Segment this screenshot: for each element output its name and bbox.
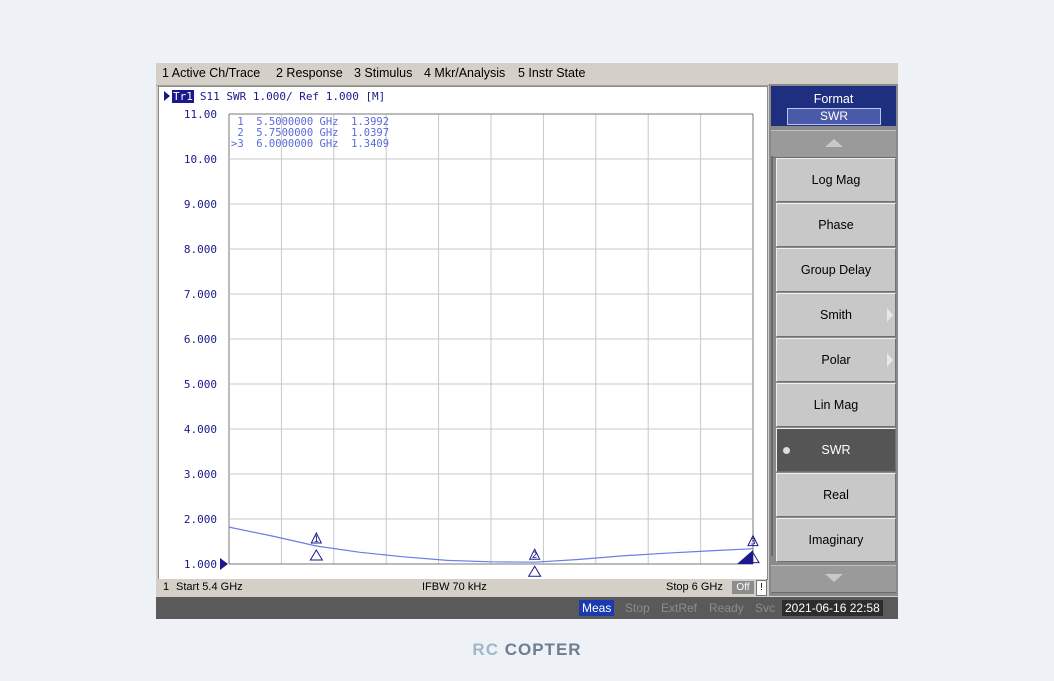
y-tick-label: 7.000 [184,288,217,301]
y-tick-label: 6.000 [184,333,217,346]
off-badge: Off [732,581,754,594]
stop-frequency[interactable]: Stop 6 GHz [666,581,723,593]
marker-stimulus-icon [309,549,324,561]
softkey-phase[interactable]: Phase [776,203,896,247]
y-tick-label: 9.000 [184,198,217,211]
y-tick-label: 4.000 [184,423,217,436]
softkey-title-label: Format [813,92,854,106]
softkey-polar[interactable]: Polar [776,338,896,382]
softkey-label: Smith [820,308,852,322]
softkey-label: Polar [821,353,851,367]
watermark-logo: RC COPTER [0,640,1054,660]
menu-mkr-analysis[interactable]: 4 Mkr/Analysis [424,66,505,80]
softkey-label: Lin Mag [813,398,859,412]
plot-panel: Tr1 S11 SWR 1.000/ Ref 1.000 [M] 11.00 10.… [158,86,768,580]
menu-response[interactable]: 2 Response [276,66,343,80]
channel-status-bar: 1 Start 5.4 GHz IFBW 70 kHz Stop 6 GHz O… [158,579,767,596]
reference-level-arrow-icon [220,558,228,570]
marker-label: 2 [532,551,538,561]
y-tick-label: 2.000 [184,513,217,526]
softkey-lin-mag[interactable]: Lin Mag [776,383,896,427]
submenu-arrow-icon [887,308,893,322]
status-stop: Stop [625,601,650,615]
softkey-log-mag[interactable]: Log Mag [776,158,896,202]
softkey-label: Imaginary [808,533,864,547]
vna-window: 1 Active Ch/Trace 2 Response 3 Stimulus … [156,63,898,619]
swr-plot[interactable]: 11.00 10.00 9.000 8.000 7.000 6.000 5.000 4.000… [159,87,767,579]
y-tick-label: 10.00 [184,153,217,166]
softkey-title-value: SWR [787,108,881,125]
start-frequency[interactable]: Start 5.4 GHz [176,581,243,593]
softkey-scroll-down[interactable] [771,565,896,593]
marker-stimulus-icon [527,565,542,577]
menu-active-ch-trace[interactable]: 1 Active Ch/Trace [162,66,260,80]
watermark-rc: RC [472,640,499,659]
softkey-swr[interactable]: SWR [776,428,896,472]
softkey-scroll-up[interactable] [771,130,896,158]
status-datetime: 2021-06-16 22:58 [782,600,883,616]
instrument-status-bar: Meas Stop ExtRef Ready Svc 2021-06-16 22… [156,597,898,619]
menu-instr-state[interactable]: 5 Instr State [518,66,585,80]
menu-bar: 1 Active Ch/Trace 2 Response 3 Stimulus … [156,63,898,86]
y-tick-label: 1.000 [184,558,217,571]
status-svc: Svc [755,601,776,615]
y-tick-label: 3.000 [184,468,217,481]
y-tick-label: 5.000 [184,378,217,391]
softkey-panel: Format SWR Log Mag Phase Group Delay Smith P… [769,84,898,596]
menu-stimulus[interactable]: 3 Stimulus [354,66,412,80]
status-extref: ExtRef [661,601,698,615]
softkey-real[interactable]: Real [776,473,896,517]
status-ready: Ready [709,601,744,615]
softkey-label: Phase [818,218,854,232]
softkey-smith[interactable]: Smith [776,293,896,337]
watermark-copter: COPTER [504,640,582,659]
marker-label: 3 [750,538,756,548]
marker-readout-row: >3 6.0000000 GHz 1.3409 [231,138,389,150]
marker-label: 1 [313,535,319,545]
status-meas: Meas [579,600,615,616]
y-tick-label: 8.000 [184,243,217,256]
softkey-imaginary[interactable]: Imaginary [776,518,896,562]
softkey-label: Real [823,488,849,502]
softkey-group-delay[interactable]: Group Delay [776,248,896,292]
selected-dot-icon [783,447,790,454]
y-tick-label: 11.00 [184,108,217,121]
chevron-down-icon [825,574,843,582]
softkey-rail [771,156,773,556]
softkey-title: Format SWR [771,86,896,126]
softkey-label: SWR [821,443,851,457]
submenu-arrow-icon [887,353,893,367]
softkey-label: Log Mag [811,173,861,187]
softkey-label: Group Delay [800,263,872,277]
warning-indicator: ! [756,580,767,596]
ifbw[interactable]: IFBW 70 kHz [422,581,487,593]
chevron-up-icon [825,139,843,147]
channel-number: 1 [163,581,170,593]
